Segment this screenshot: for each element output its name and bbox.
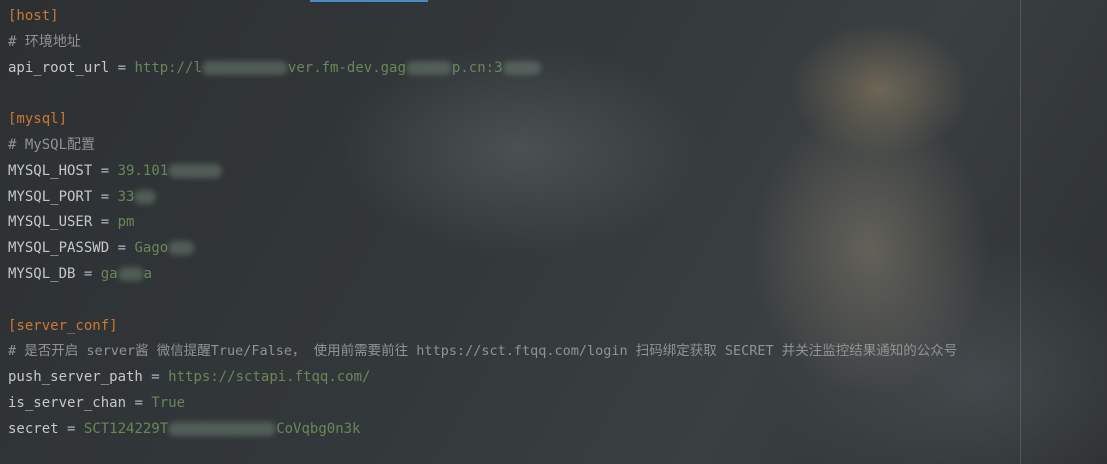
empty-line[interactable]	[8, 81, 1107, 107]
key-api-root-url: api_root_url	[8, 59, 110, 76]
code-line[interactable]: # 是否开启 server酱 微信提醒True/False， 使用前需要前往 h…	[8, 339, 1107, 365]
redaction-blur	[134, 189, 157, 204]
code-line[interactable]: is_server_chan = True	[8, 391, 1107, 417]
code-line[interactable]: MYSQL_DB = ga a	[8, 262, 1107, 288]
key-mysql-port: MYSQL_PORT	[8, 188, 93, 205]
redaction-blur	[117, 266, 144, 281]
equals-sign: =	[100, 214, 110, 231]
equals-sign: =	[100, 162, 110, 179]
value-api-root-url-part2: ver.fm-dev.gag	[287, 59, 406, 76]
code-line[interactable]: MYSQL_HOST = 39.101	[8, 159, 1107, 185]
active-tab-indicator	[310, 0, 428, 2]
value-mysql-user: pm	[117, 214, 135, 231]
value-is-server-chan: True	[151, 394, 186, 411]
key-mysql-host: MYSQL_HOST	[8, 162, 93, 179]
code-line[interactable]: [host]	[8, 4, 1107, 30]
equals-sign: =	[67, 420, 76, 437]
key-mysql-user: MYSQL_USER	[8, 214, 93, 231]
comment-mysql: # MySQL配置	[8, 136, 96, 153]
code-line[interactable]: secret = SCT124229T CoVqbg0n3k	[8, 417, 1107, 443]
value-secret-part2: CoVqbg0n3k	[276, 420, 361, 437]
value-push-server-path: https://sctapi.ftqq.com/	[168, 369, 371, 386]
equals-sign: =	[151, 369, 160, 386]
key-push-server-path: push_server_path	[8, 369, 143, 386]
empty-line[interactable]	[8, 288, 1107, 314]
comment-host: # 环境地址	[8, 33, 81, 50]
section-header-host: [host]	[8, 8, 59, 24]
code-line[interactable]: # 环境地址	[8, 30, 1107, 56]
key-mysql-db: MYSQL_DB	[8, 265, 76, 282]
section-header-server-conf: [server_conf]	[8, 317, 118, 334]
code-line[interactable]: # MySQL配置	[8, 133, 1107, 159]
redaction-blur	[502, 60, 541, 75]
value-api-root-url-part3: p.cn:3	[451, 59, 503, 76]
section-header-mysql: [mysql]	[8, 111, 68, 128]
value-mysql-port: 33	[117, 188, 135, 205]
equals-sign: =	[117, 240, 127, 257]
code-line[interactable]: [mysql]	[8, 107, 1107, 133]
equals-sign: =	[83, 265, 93, 282]
redaction-blur	[168, 163, 223, 178]
code-line[interactable]: MYSQL_PORT = 33	[8, 185, 1107, 211]
code-line[interactable]: MYSQL_PASSWD = Gago	[8, 236, 1107, 262]
value-mysql-db-part1: ga	[100, 265, 118, 282]
redaction-blur	[405, 60, 452, 75]
value-mysql-passwd: Gago	[134, 240, 169, 257]
key-secret: secret	[8, 420, 59, 437]
code-line[interactable]: push_server_path = https://sctapi.ftqq.c…	[8, 365, 1107, 391]
redaction-blur	[168, 421, 277, 436]
code-editor[interactable]: [host] # 环境地址 api_root_url = http://l ver…	[8, 4, 1107, 443]
code-line[interactable]: api_root_url = http://l ver.fm-dev.gag p.c…	[8, 56, 1107, 82]
comment-server-conf: # 是否开启 server酱 微信提醒True/False， 使用前需要前往 h…	[8, 343, 958, 360]
value-secret-part1: SCT124229T	[83, 420, 169, 437]
value-mysql-db-part2: a	[143, 265, 153, 282]
key-mysql-passwd: MYSQL_PASSWD	[8, 240, 110, 257]
code-line[interactable]: [server_conf]	[8, 314, 1107, 340]
equals-sign: =	[134, 394, 143, 411]
code-line[interactable]: MYSQL_USER = pm	[8, 210, 1107, 236]
redaction-blur	[201, 60, 288, 75]
redaction-blur	[168, 241, 195, 256]
value-mysql-host: 39.101	[117, 162, 169, 179]
equals-sign: =	[117, 59, 127, 76]
key-is-server-chan: is_server_chan	[8, 394, 127, 411]
equals-sign: =	[100, 188, 110, 205]
value-api-root-url-part1: http://l	[134, 59, 202, 76]
